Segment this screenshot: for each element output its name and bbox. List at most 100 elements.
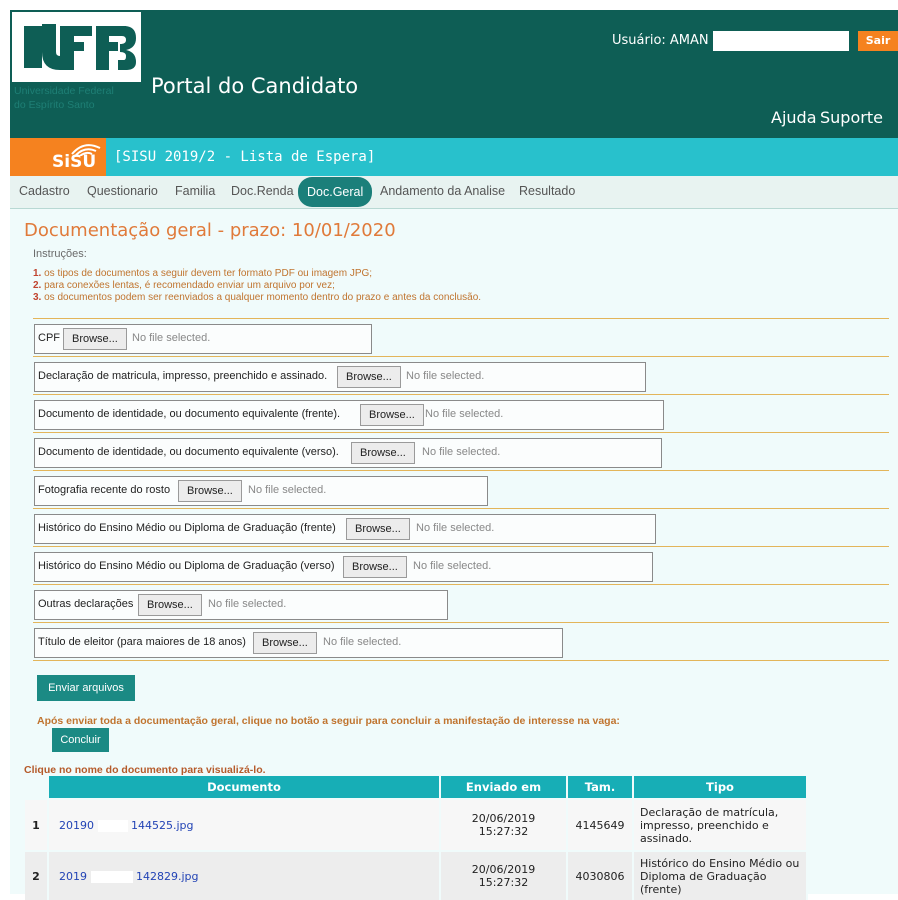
logout-button[interactable]: Sair (858, 31, 898, 51)
row-index: 2 (25, 850, 49, 900)
separator (33, 622, 889, 623)
tab-andamento[interactable]: Andamento da Analise (380, 184, 505, 198)
sent-time: 15:27:32 (478, 825, 529, 838)
table-row: 1 20190 144525.jpg 20/06/2019 15:27:32 41… (25, 798, 808, 851)
ufes-logo[interactable] (12, 12, 141, 82)
file-status: No file selected. (413, 560, 492, 572)
separator (33, 432, 889, 433)
instructions-heading: Instruções: (33, 248, 87, 260)
university-name-line2: do Espírito Santo (14, 99, 95, 111)
separator (33, 508, 889, 509)
upload-label: Título de eleitor (para maiores de 18 an… (38, 636, 246, 648)
upload-label: Fotografia recente do rosto (38, 484, 171, 496)
document-name-start[interactable]: 20190 (59, 819, 94, 832)
page-frame: Universidade Federal do Espírito Santo P… (10, 10, 898, 900)
upload-label: Documento de identidade, ou documento eq… (38, 446, 339, 458)
sisu-logo: SiSU (48, 138, 106, 176)
instruction-item: 2. para conexões lentas, é recomendado e… (33, 280, 335, 291)
browse-button[interactable]: Browse... (343, 556, 407, 578)
documents-header-row: Documento Enviado em Tam. Tipo (25, 776, 808, 799)
tab-familia[interactable]: Familia (175, 184, 215, 198)
upload-label: Outras declarações (38, 598, 134, 610)
browse-button[interactable]: Browse... (138, 594, 202, 616)
table-row: 2 2019 142829.jpg 20/06/2019 15:27:32 403… (25, 850, 808, 900)
separator (33, 318, 889, 319)
name-redaction (97, 819, 128, 832)
file-status: No file selected. (208, 598, 287, 610)
document-type: Declaração de matrícula, impresso, preen… (633, 798, 808, 851)
file-input-identidade-verso[interactable]: Documento de identidade, ou documento eq… (34, 438, 662, 468)
browse-button[interactable]: Browse... (337, 366, 401, 388)
instruction-text: os tipos de documentos a seguir devem te… (41, 268, 373, 279)
sent-time: 15:27:32 (478, 876, 529, 889)
document-name-end[interactable]: 144525.jpg (131, 819, 194, 832)
file-size: 4030806 (567, 850, 634, 900)
separator (33, 470, 889, 471)
browse-button[interactable]: Browse... (346, 518, 410, 540)
document-link[interactable]: 2019 142829.jpg (48, 850, 441, 900)
conclude-button[interactable]: Concluir (52, 728, 109, 752)
separator (33, 394, 889, 395)
file-input-outras[interactable]: Outras declarações Browse... No file sel… (34, 590, 448, 620)
process-bar-accent (10, 138, 48, 176)
university-name-line1: Universidade Federal (14, 85, 114, 97)
tab-cadastro[interactable]: Cadastro (19, 184, 70, 198)
file-status: No file selected. (422, 446, 501, 458)
support-link[interactable]: Suporte (820, 108, 883, 127)
file-status: No file selected. (425, 408, 504, 420)
column-header-tipo: Tipo (633, 776, 808, 799)
help-link[interactable]: Ajuda (771, 108, 817, 127)
user-name-redaction (713, 31, 849, 51)
upload-label: CPF (38, 332, 60, 344)
browse-button[interactable]: Browse... (178, 480, 242, 502)
separator (33, 546, 889, 547)
column-header-index (25, 776, 49, 799)
document-type: Histórico do Ensino Médio ou Diploma de … (633, 850, 808, 900)
user-label: Usuário: AMAN (612, 33, 709, 48)
upload-label: Histórico do Ensino Médio ou Diploma de … (38, 522, 336, 534)
file-input-fotografia[interactable]: Fotografia recente do rosto Browse... No… (34, 476, 488, 506)
sent-date: 20/06/2019 (471, 812, 536, 825)
file-status: No file selected. (406, 370, 485, 382)
tab-questionario[interactable]: Questionario (87, 184, 158, 198)
document-name-end[interactable]: 142829.jpg (136, 870, 199, 883)
portal-header: Universidade Federal do Espírito Santo P… (10, 10, 898, 138)
browse-button[interactable]: Browse... (253, 632, 317, 654)
sent-at: 20/06/2019 15:27:32 (440, 798, 568, 851)
process-title: [SISU 2019/2 - Lista de Espera] (114, 149, 376, 165)
file-input-cpf[interactable]: CPF Browse... No file selected. (34, 324, 372, 354)
document-name-start[interactable]: 2019 (59, 870, 87, 883)
upload-label: Histórico do Ensino Médio ou Diploma de … (38, 560, 335, 572)
instruction-text: os documentos podem ser reenviados a qua… (41, 292, 482, 303)
tab-doc-renda[interactable]: Doc.Renda (231, 184, 294, 198)
file-status: No file selected. (323, 636, 402, 648)
upload-label: Documento de identidade, ou documento eq… (38, 408, 341, 420)
document-link[interactable]: 20190 144525.jpg (48, 798, 441, 851)
upload-label: Declaração de matricula, impresso, preen… (38, 370, 328, 382)
file-input-titulo-eleitor[interactable]: Título de eleitor (para maiores de 18 an… (34, 628, 563, 658)
tab-doc-geral[interactable]: Doc.Geral (298, 177, 373, 207)
ufes-logo-icon (12, 12, 141, 82)
instruction-item: 3. os documentos podem ser reenviados a … (33, 292, 481, 303)
file-status: No file selected. (416, 522, 495, 534)
send-files-button[interactable]: Enviar arquivos (37, 675, 135, 701)
browse-button[interactable]: Browse... (351, 442, 415, 464)
university-name: Universidade Federal do Espírito Santo (14, 84, 114, 112)
documents-hint: Clique no nome do documento para visuali… (24, 764, 266, 776)
name-redaction (90, 870, 133, 883)
page-title: Documentação geral - prazo: 10/01/2020 (24, 220, 396, 241)
main-content: Documentação geral - prazo: 10/01/2020 I… (10, 208, 898, 900)
column-header-documento: Documento (48, 776, 441, 799)
file-input-identidade-frente[interactable]: Documento de identidade, ou documento eq… (34, 400, 664, 430)
file-status: No file selected. (248, 484, 327, 496)
instruction-text: para conexões lentas, é recomendado envi… (41, 280, 335, 291)
file-input-declaracao[interactable]: Declaração de matricula, impresso, preen… (34, 362, 646, 392)
file-size: 4145649 (567, 798, 634, 851)
sent-date: 20/06/2019 (471, 863, 536, 876)
row-index: 1 (25, 798, 49, 851)
browse-button[interactable]: Browse... (360, 404, 424, 426)
browse-button[interactable]: Browse... (63, 328, 127, 350)
file-input-historico-verso[interactable]: Histórico do Ensino Médio ou Diploma de … (34, 552, 653, 582)
tab-resultado[interactable]: Resultado (519, 184, 575, 198)
file-input-historico-frente[interactable]: Histórico do Ensino Médio ou Diploma de … (34, 514, 656, 544)
